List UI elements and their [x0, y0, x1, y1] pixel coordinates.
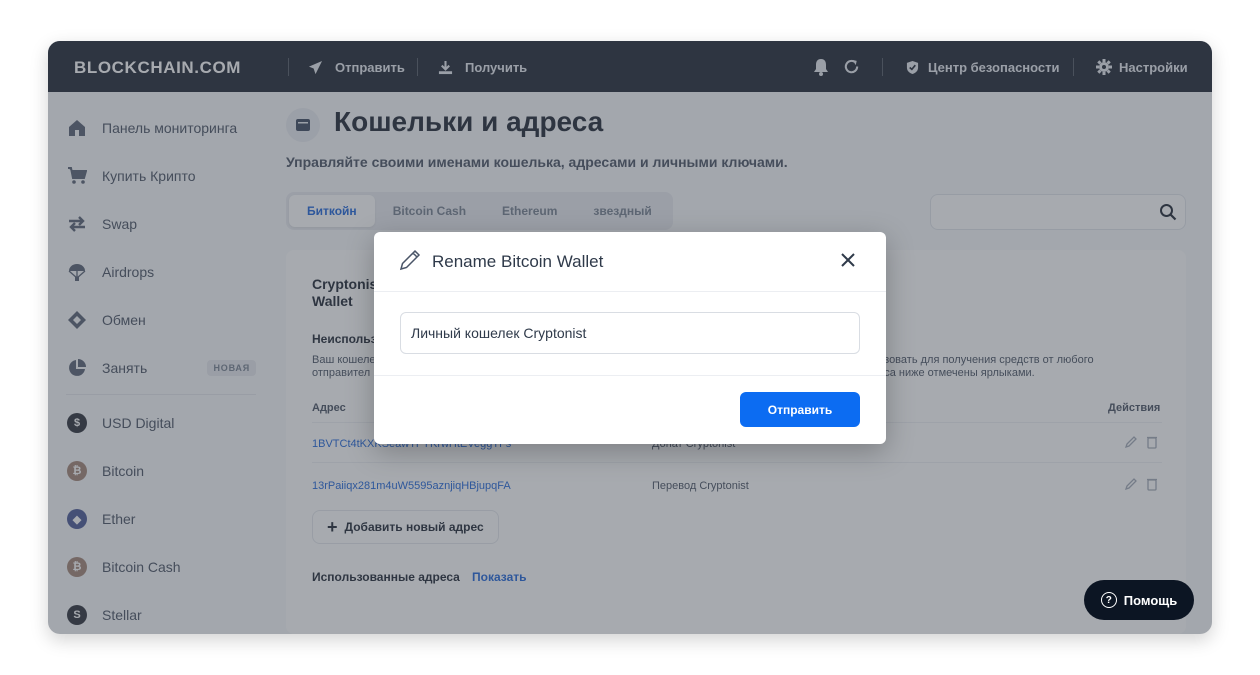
close-icon[interactable] — [840, 252, 856, 268]
app-window: BLOCKCHAIN.COM Отправить Получить Центр … — [48, 41, 1212, 634]
modal-footer-divider — [374, 375, 886, 376]
pencil-icon — [399, 249, 421, 271]
help-button[interactable]: ? Помощь — [1084, 580, 1194, 620]
submit-button[interactable]: Отправить — [740, 392, 860, 427]
modal-header: Rename Bitcoin Wallet — [374, 232, 886, 292]
modal-title: Rename Bitcoin Wallet — [432, 252, 604, 271]
help-label: Помощь — [1123, 592, 1178, 608]
rename-wallet-modal: Rename Bitcoin Wallet Отправить — [374, 232, 886, 444]
question-icon: ? — [1100, 592, 1117, 608]
wallet-name-input[interactable] — [400, 312, 860, 354]
